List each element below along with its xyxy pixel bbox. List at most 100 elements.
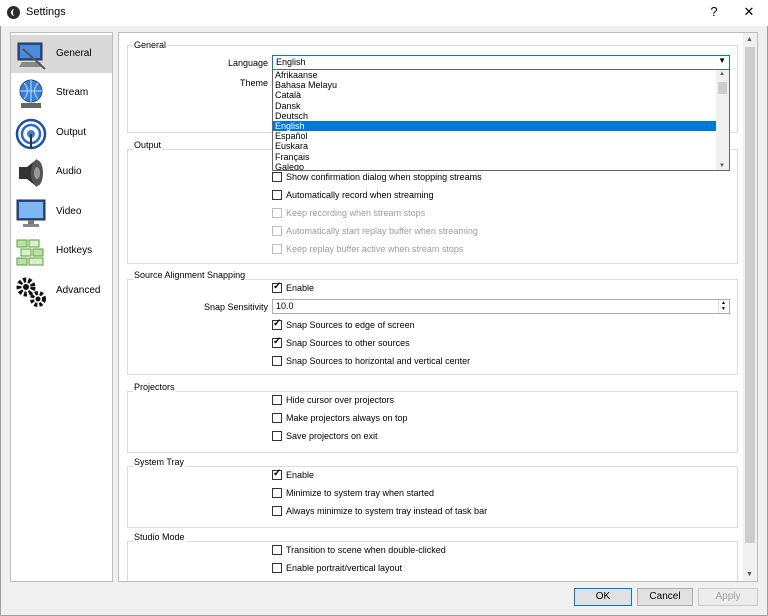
checkbox-label: Enable bbox=[286, 470, 315, 480]
language-option[interactable]: Bahasa Melayu bbox=[273, 80, 729, 90]
show-confirmation-checkbox[interactable]: Show confirmation dialog when stopping s… bbox=[272, 172, 482, 182]
checkbox-label: Automatically start replay buffer when s… bbox=[286, 226, 478, 236]
dropdown-scrollbar[interactable]: ▲ ▼ bbox=[716, 70, 729, 170]
general-monitor-icon bbox=[17, 42, 46, 70]
spin-arrows-icon[interactable]: ▲ ▼ bbox=[718, 300, 728, 313]
checkbox-label: Hide cursor over projectors bbox=[286, 395, 395, 405]
tray-group-title: System Tray bbox=[133, 457, 186, 467]
snapping-enable-checkbox[interactable]: Enable bbox=[272, 281, 314, 293]
checkbox-label: Snap Sources to other sources bbox=[286, 338, 410, 348]
scroll-down-icon[interactable]: ▼ bbox=[746, 571, 753, 578]
checkbox-box bbox=[272, 356, 282, 366]
snap-sensitivity-spinbox[interactable]: 10.0 ▲ ▼ bbox=[272, 299, 730, 314]
checkbox-box bbox=[272, 336, 282, 348]
sidebar-item-stream[interactable]: Stream bbox=[11, 74, 112, 112]
sidebar-item-label: Advanced bbox=[56, 285, 101, 296]
apply-button[interactable]: Apply bbox=[698, 588, 758, 606]
output-broadcast-icon bbox=[15, 118, 47, 150]
language-value: English bbox=[276, 57, 306, 67]
checkbox-box bbox=[272, 281, 282, 293]
checkbox-box bbox=[272, 563, 282, 573]
sidebar-item-advanced[interactable]: Advanced bbox=[11, 272, 112, 310]
snap-sensitivity-value: 10.0 bbox=[276, 301, 294, 311]
scroll-up-icon[interactable]: ▲ bbox=[746, 36, 753, 43]
snap-sensitivity-label: Snap Sensitivity bbox=[203, 302, 268, 312]
checkbox-box bbox=[272, 226, 282, 236]
content-scrollbar[interactable]: ▲ ▼ bbox=[743, 33, 757, 581]
checkbox-label: Transition to scene when double-clicked bbox=[286, 545, 446, 555]
snap-center-checkbox[interactable]: Snap Sources to horizontal and vertical … bbox=[272, 356, 470, 366]
language-option-selected[interactable]: English bbox=[273, 120, 729, 132]
sidebar-item-video[interactable]: Video bbox=[11, 193, 112, 231]
projectors-group-title: Projectors bbox=[133, 382, 176, 392]
tray-enable-checkbox[interactable]: Enable bbox=[272, 468, 315, 480]
scroll-down-icon[interactable]: ▼ bbox=[719, 163, 725, 169]
language-option[interactable]: Français bbox=[273, 152, 729, 162]
audio-speaker-icon bbox=[19, 159, 43, 187]
language-option[interactable]: Afrikaanse bbox=[273, 70, 729, 80]
language-option[interactable]: Español bbox=[273, 131, 729, 141]
checkbox-box bbox=[272, 244, 282, 254]
scroll-up-icon[interactable]: ▲ bbox=[719, 71, 725, 77]
language-dropdown-list[interactable]: Afrikaanse Bahasa Melayu Català Dansk De… bbox=[272, 69, 730, 171]
checkbox-box bbox=[272, 431, 282, 441]
sidebar-item-label: Output bbox=[56, 127, 87, 138]
checkbox-box bbox=[272, 545, 282, 555]
checkbox-label: Keep recording when stream stops bbox=[286, 208, 426, 218]
auto-record-checkbox[interactable]: Automatically record when streaming bbox=[272, 190, 434, 200]
checkbox-box bbox=[272, 190, 282, 200]
theme-label: Theme bbox=[239, 78, 268, 88]
hide-cursor-checkbox[interactable]: Hide cursor over projectors bbox=[272, 395, 394, 405]
language-option[interactable]: Deutsch bbox=[273, 111, 729, 121]
keep-replay-buffer-checkbox: Keep replay buffer active when stream st… bbox=[272, 244, 463, 254]
always-minimize-tray-checkbox[interactable]: Always minimize to system tray instead o… bbox=[272, 506, 487, 516]
hotkeys-keyboard-icon bbox=[16, 239, 44, 266]
checkbox-box bbox=[272, 208, 282, 218]
checkbox-box bbox=[272, 318, 282, 330]
transition-double-click-checkbox[interactable]: Transition to scene when double-clicked bbox=[272, 545, 446, 555]
close-button[interactable]: ✕ bbox=[739, 4, 759, 20]
language-option[interactable]: Euskara bbox=[273, 141, 729, 151]
portrait-layout-checkbox[interactable]: Enable portrait/vertical layout bbox=[272, 563, 402, 573]
keep-recording-checkbox: Keep recording when stream stops bbox=[272, 208, 425, 218]
sidebar-item-label: Video bbox=[56, 206, 82, 217]
cancel-button[interactable]: Cancel bbox=[637, 588, 693, 606]
window-title: Settings bbox=[26, 6, 66, 18]
checkbox-box bbox=[272, 506, 282, 516]
language-option[interactable]: Dansk bbox=[273, 101, 729, 111]
checkbox-label: Automatically record when streaming bbox=[286, 190, 434, 200]
chevron-down-icon: ▼ bbox=[718, 56, 726, 65]
sidebar-item-audio[interactable]: Audio bbox=[11, 153, 112, 191]
sidebar-item-output[interactable]: Output bbox=[11, 114, 112, 152]
language-option[interactable]: Català bbox=[273, 90, 729, 100]
stream-globe-icon bbox=[19, 79, 43, 108]
snap-sources-checkbox[interactable]: Snap Sources to other sources bbox=[272, 336, 410, 348]
checkbox-label: Always minimize to system tray instead o… bbox=[286, 506, 488, 516]
title-bar: Settings ? ✕ bbox=[0, 0, 768, 26]
save-projectors-checkbox[interactable]: Save projectors on exit bbox=[272, 431, 378, 441]
snap-edge-checkbox[interactable]: Snap Sources to edge of screen bbox=[272, 318, 415, 330]
dropdown-scroll-thumb[interactable] bbox=[718, 82, 727, 94]
language-combobox[interactable]: English ▼ bbox=[272, 55, 730, 70]
sidebar-item-general[interactable]: General bbox=[11, 35, 112, 73]
checkbox-box bbox=[272, 395, 282, 405]
checkbox-label: Snap Sources to horizontal and vertical … bbox=[286, 356, 471, 366]
sidebar-item-hotkeys[interactable]: Hotkeys bbox=[11, 232, 112, 270]
checkbox-label: Make projectors always on top bbox=[286, 413, 408, 423]
checkbox-box bbox=[272, 488, 282, 498]
checkbox-box bbox=[272, 468, 282, 480]
sidebar-item-label: Hotkeys bbox=[56, 245, 93, 256]
obs-logo-icon bbox=[7, 6, 20, 19]
checkbox-label: Minimize to system tray when started bbox=[286, 488, 435, 498]
advanced-gears-icon bbox=[16, 277, 46, 307]
checkbox-label: Snap Sources to edge of screen bbox=[286, 320, 415, 330]
help-button[interactable]: ? bbox=[704, 4, 724, 19]
snapping-group-title: Source Alignment Snapping bbox=[133, 270, 247, 280]
projectors-group bbox=[127, 391, 738, 453]
checkbox-box bbox=[272, 172, 282, 182]
language-option[interactable]: Galego bbox=[273, 162, 729, 170]
ok-button[interactable]: OK bbox=[574, 588, 632, 606]
minimize-tray-started-checkbox[interactable]: Minimize to system tray when started bbox=[272, 488, 434, 498]
content-scroll-thumb[interactable] bbox=[745, 47, 755, 543]
projectors-on-top-checkbox[interactable]: Make projectors always on top bbox=[272, 413, 408, 423]
